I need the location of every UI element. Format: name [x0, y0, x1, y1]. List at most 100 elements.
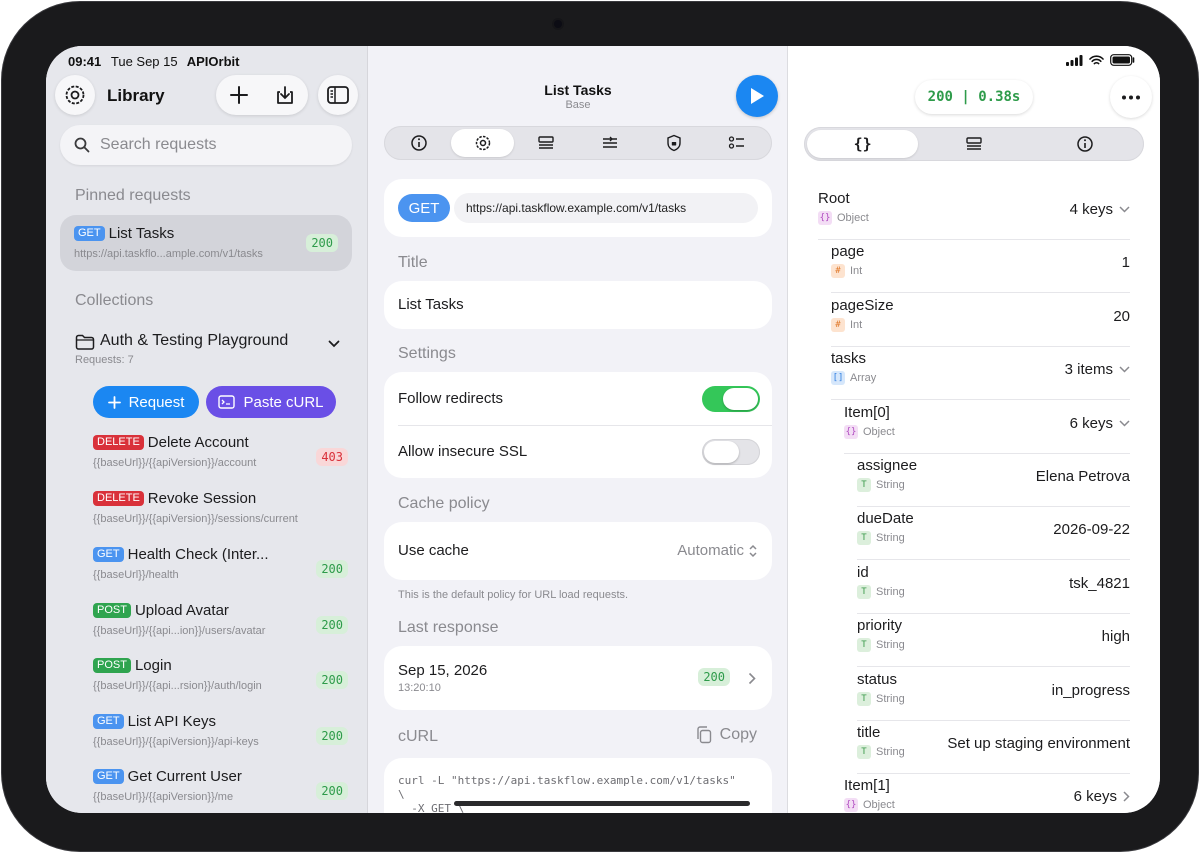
json-type: T String	[857, 531, 905, 546]
url-input[interactable]: https://api.taskflow.example.com/v1/task…	[454, 193, 758, 223]
type-label: String	[876, 746, 905, 758]
json-node: dueDate T String 2026-09-22	[857, 508, 1130, 561]
list-item[interactable]: DELETE Revoke Session {{baseUrl}}/{{apiVer…	[93, 490, 348, 536]
json-key: page	[831, 243, 865, 261]
chevron-right-icon	[748, 672, 756, 685]
json-node: id T String tsk_4821	[857, 562, 1130, 614]
collection-name: Auth & Testing Playground	[100, 332, 289, 349]
more-options-button[interactable]	[1110, 76, 1152, 118]
follow-redirects-toggle[interactable]	[702, 386, 760, 412]
request-title: GET Get Current User	[93, 768, 348, 786]
search-bar	[60, 125, 352, 165]
sliders-icon	[602, 136, 617, 148]
wifi-icon	[1089, 54, 1104, 64]
type-icon: T	[857, 584, 871, 599]
response-tabs: {}	[804, 127, 1144, 161]
library-actions	[216, 75, 308, 115]
json-key: pageSize	[831, 296, 894, 314]
cache-policy-picker[interactable]: Automatic	[677, 542, 758, 559]
collections-heading: Collections	[75, 292, 154, 309]
toggle-sidebar-button[interactable]	[318, 75, 358, 115]
pinned-heading: Pinned requests	[75, 187, 191, 204]
list-item[interactable]: POST Login {{baseUrl}}/{{api...rsion}}/aut…	[93, 657, 348, 703]
paste-curl-button[interactable]: Paste cURL	[206, 386, 336, 418]
follow-redirects-label: Follow redirects	[398, 390, 504, 407]
json-type: {} Object	[844, 424, 895, 439]
request-title: GET List API Keys	[93, 713, 348, 731]
tab-headers[interactable]	[514, 129, 578, 157]
info-icon	[411, 135, 427, 151]
tab-auth[interactable]	[642, 129, 706, 157]
request-name: Upload Avatar	[134, 602, 229, 619]
list-item[interactable]: GET Health Check (Inter... {{baseUrl}}/hea…	[93, 546, 348, 592]
list-table-icon	[538, 136, 554, 149]
json-node[interactable]: tasks [] Array 3 items	[831, 348, 1130, 401]
pinned-request-title: GET List Tasks https://api.taskflo...ampl…	[74, 225, 263, 260]
type-label: Object	[863, 799, 895, 812]
json-key: Item[1]	[844, 777, 890, 795]
pinned-request[interactable]: GET List Tasks https://api.taskflo...ampl…	[60, 215, 352, 271]
method-badge: DELETE	[93, 491, 144, 506]
settings-button[interactable]	[55, 75, 95, 115]
request-name: List Tasks	[108, 225, 175, 242]
status-code-badge: 200	[316, 616, 348, 634]
cache-policy-row[interactable]: Use cache Automatic	[384, 522, 772, 580]
last-response-row[interactable]: Sep 15, 2026 13:20:10 200	[384, 646, 772, 710]
method-selector[interactable]: GET	[398, 194, 450, 222]
tab-response-headers[interactable]	[918, 130, 1029, 158]
copy-icon	[696, 726, 711, 744]
json-node[interactable]: Item[0] {} Object 6 keys	[844, 402, 1130, 454]
cache-heading: Cache policy	[398, 495, 490, 512]
tab-settings[interactable]	[450, 129, 515, 157]
folder-icon	[75, 334, 95, 350]
value-text: 6 keys	[1069, 414, 1113, 432]
add-request-button[interactable]: Request	[93, 386, 199, 418]
json-type: T String	[857, 691, 905, 706]
battery-icon	[1110, 54, 1135, 66]
url-bar: GET https://api.taskflow.example.com/v1/…	[384, 179, 772, 237]
terminal-icon	[218, 395, 236, 409]
status-code-badge: 200	[316, 671, 348, 689]
add-button[interactable]	[216, 75, 262, 115]
json-key: status	[857, 670, 898, 688]
import-button[interactable]	[262, 75, 308, 115]
tab-response-info[interactable]	[1030, 130, 1141, 158]
request-title: POST Upload Avatar	[93, 602, 348, 620]
tab-tests[interactable]	[705, 129, 769, 157]
list-item[interactable]: GET Get Current User {{baseUrl}}/{{apiVers…	[93, 768, 348, 813]
json-type: # Int	[831, 264, 862, 279]
curl-heading: cURL	[398, 728, 439, 745]
list-item[interactable]: GET List API Keys {{baseUrl}}/{{apiVersion…	[93, 713, 348, 759]
value-text: tsk_4821	[1069, 574, 1130, 592]
list-item[interactable]: DELETE Delete Account {{baseUrl}}/{{apiVer…	[93, 434, 348, 480]
request-name: Health Check (Inter...	[127, 546, 269, 563]
tab-json[interactable]: {}	[807, 130, 919, 158]
chevron-down-icon	[1119, 420, 1130, 427]
list-item[interactable]: POST Upload Avatar {{baseUrl}}/{{api...ion…	[93, 602, 348, 648]
request-editor: List Tasks Base GET https://api.taskflow…	[368, 46, 788, 813]
type-label: String	[876, 585, 905, 598]
type-label: Object	[837, 212, 869, 224]
json-node[interactable]: Root {} Object 4 keys	[818, 188, 1130, 240]
value-text: high	[1101, 628, 1130, 646]
title-field[interactable]: List Tasks	[384, 281, 772, 329]
copy-curl-button[interactable]: Copy	[696, 726, 757, 744]
search-input[interactable]	[100, 136, 330, 154]
chevron-up-down-icon	[749, 544, 757, 557]
json-key: tasks	[831, 350, 867, 368]
insecure-ssl-toggle[interactable]	[702, 439, 760, 465]
tab-params[interactable]	[578, 129, 642, 157]
chevron-down-icon[interactable]	[328, 340, 340, 348]
ipad-frame: 09:41 Tue Sep 15 APIOrbit Library Search…	[2, 2, 1198, 851]
json-key: dueDate	[857, 510, 914, 528]
shield-icon	[666, 134, 681, 152]
json-node: page # Int 1	[831, 241, 1130, 294]
type-icon: #	[831, 317, 845, 332]
type-label: String	[876, 692, 905, 705]
plus-icon	[107, 395, 121, 409]
json-node[interactable]: Item[1] {} Object 6 keys	[844, 775, 1130, 813]
json-value: 6 keys	[1070, 415, 1130, 432]
copy-label: Copy	[719, 726, 757, 743]
send-request-button[interactable]	[736, 75, 778, 117]
tab-info[interactable]	[387, 129, 451, 157]
